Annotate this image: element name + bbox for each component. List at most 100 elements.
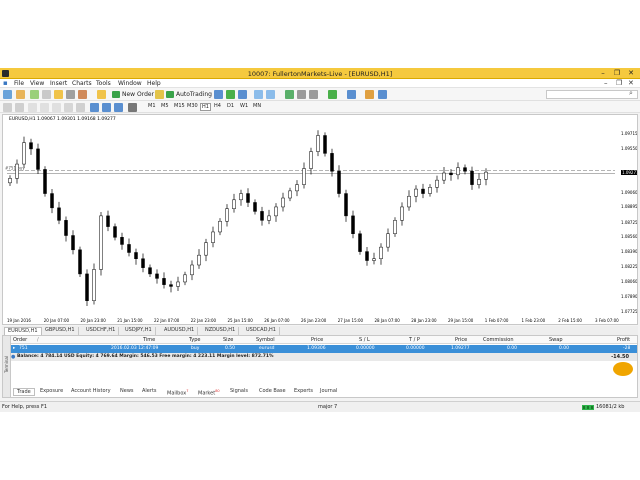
col-current-price[interactable]: Price	[455, 337, 467, 343]
templates-icon[interactable]	[365, 90, 374, 99]
close-button[interactable]: ✕	[624, 69, 638, 78]
shapes-icon[interactable]	[114, 103, 123, 112]
tab-news[interactable]: News	[117, 388, 137, 396]
timeframe-w1[interactable]: W1	[240, 103, 248, 109]
menu-help[interactable]: Help	[147, 80, 161, 87]
col-tp[interactable]: T / P	[409, 337, 420, 343]
bar-chart-icon[interactable]	[214, 90, 223, 99]
price-chart[interactable]: #751 buy EURUSD,H1 1.09067 1.09301 1.091…	[2, 114, 638, 325]
tab-mailbox[interactable]: Mailbox7	[164, 388, 191, 397]
tab-gbpusd-h1[interactable]: GBPUSD,H1	[42, 327, 79, 335]
arrows-icon[interactable]	[102, 103, 111, 112]
child-restore-button[interactable]: ❐	[616, 79, 622, 87]
more-objects-icon[interactable]	[128, 103, 137, 112]
menu-window[interactable]: Window	[118, 80, 142, 87]
timeframe-m5[interactable]: M5	[161, 103, 169, 109]
text-label-icon[interactable]	[90, 103, 99, 112]
autotrading-label: AutoTrading	[176, 91, 212, 98]
timeframe-m1[interactable]: M1	[148, 103, 156, 109]
maximize-button[interactable]: ❐	[610, 69, 624, 78]
new-chart-icon[interactable]	[3, 90, 12, 99]
market-watch-icon[interactable]	[30, 90, 39, 99]
tab-audusd-h1[interactable]: AUDUSD,H1	[161, 327, 199, 335]
menu-charts[interactable]: Charts	[72, 80, 92, 87]
col-commission[interactable]: Commission	[483, 337, 514, 343]
time-tick-label: 2 Feb 15:00	[558, 318, 582, 323]
strategy-tester-icon[interactable]	[78, 90, 87, 99]
tab-usdjpy-h1[interactable]: USDJPY,H1	[122, 327, 156, 335]
tab-signals[interactable]: Signals	[227, 388, 251, 396]
autoscroll-icon[interactable]	[297, 90, 306, 99]
metaeditor-icon[interactable]	[155, 90, 164, 99]
indicators-icon[interactable]	[328, 90, 337, 99]
timeframe-h4[interactable]: H4	[214, 103, 221, 109]
candle-body	[113, 226, 117, 238]
tab-account-history[interactable]: Account History	[68, 388, 114, 396]
child-minimize-button[interactable]: –	[604, 79, 608, 87]
line-chart-icon[interactable]	[238, 90, 247, 99]
col-swap[interactable]: Swap	[549, 337, 563, 343]
menu-view[interactable]: View	[30, 80, 44, 87]
profiles-icon[interactable]	[16, 90, 25, 99]
vertical-line-icon[interactable]	[28, 103, 37, 112]
navigator-icon[interactable]	[54, 90, 63, 99]
search-icon[interactable]: ⌕	[629, 89, 633, 98]
timeframe-mn[interactable]: MN	[253, 103, 261, 109]
periods-icon[interactable]	[347, 90, 356, 99]
candlestick-icon[interactable]	[226, 90, 235, 99]
col-sl[interactable]: S / L	[359, 337, 370, 343]
tab-journal[interactable]: Journal	[317, 388, 340, 396]
cursor-icon[interactable]	[3, 103, 12, 112]
tab-exposure[interactable]: Exposure	[37, 388, 66, 396]
col-type[interactable]: Type	[189, 337, 200, 343]
trendline-icon[interactable]	[52, 103, 61, 112]
timeframe-m30[interactable]: M30	[187, 103, 198, 109]
tab-alerts[interactable]: Alerts	[139, 388, 160, 396]
candle-body	[155, 273, 159, 279]
candle-body	[78, 249, 82, 275]
menu-file[interactable]: File	[14, 80, 24, 87]
zoom-in-icon[interactable]	[254, 90, 263, 99]
col-order[interactable]: Order	[13, 337, 27, 343]
tab-code-base[interactable]: Code Base	[256, 388, 289, 396]
search-input[interactable]	[546, 90, 638, 99]
crosshair-icon[interactable]	[15, 103, 24, 112]
col-size[interactable]: Size	[223, 337, 233, 343]
autotrading-button[interactable]: AutoTrading	[166, 90, 212, 99]
col-price[interactable]: Price	[311, 337, 323, 343]
title-bar: 10007: FullertonMarkets-Live - [EURUSD,H…	[0, 68, 640, 79]
tab-experts[interactable]: Experts	[291, 388, 316, 396]
zoom-out-icon[interactable]	[266, 90, 275, 99]
data-window-icon[interactable]	[42, 90, 51, 99]
col-symbol[interactable]: Symbol	[256, 337, 275, 343]
tab-trade[interactable]: Trade	[13, 388, 35, 396]
fibonacci-icon[interactable]	[76, 103, 85, 112]
menu-insert[interactable]: Insert	[50, 80, 67, 87]
horizontal-line-icon[interactable]	[40, 103, 49, 112]
tab-nzdusd-h1[interactable]: NZDUSD,H1	[202, 327, 240, 335]
child-close-button[interactable]: ✕	[628, 79, 634, 87]
tile-windows-icon[interactable]	[285, 90, 294, 99]
terminal-icon[interactable]	[66, 90, 75, 99]
tab-market[interactable]: Market80	[195, 388, 223, 397]
tab-usdcad-h1[interactable]: USDCAD,H1	[243, 327, 280, 335]
col-profit[interactable]: Profit	[617, 337, 630, 343]
timeframe-d1[interactable]: D1	[227, 103, 234, 109]
channel-icon[interactable]	[64, 103, 73, 112]
col-time[interactable]: Time	[143, 337, 155, 343]
candle-body	[162, 278, 166, 285]
order-row[interactable]: ▸ 751 2016.02.03 12:47:09 buy 0.50 eurus…	[11, 345, 637, 353]
menu-tools[interactable]: Tools	[96, 80, 111, 87]
chart-shift-icon[interactable]	[309, 90, 318, 99]
timeframe-m15[interactable]: M15	[174, 103, 185, 109]
col-sort[interactable]: /	[37, 337, 39, 343]
candle-body	[323, 135, 327, 154]
tab-eurusd-h1[interactable]: EURUSD,H1	[4, 327, 42, 335]
screenshot-icon[interactable]	[378, 90, 387, 99]
timeframe-h1[interactable]: H1	[200, 103, 211, 111]
tab-usdchf-h1[interactable]: USDCHF,H1	[83, 327, 120, 335]
autotrading-icon	[166, 91, 174, 98]
editor-icon[interactable]	[97, 90, 106, 99]
minimize-button[interactable]: –	[596, 69, 610, 78]
new-order-button[interactable]: New Order	[112, 90, 154, 99]
